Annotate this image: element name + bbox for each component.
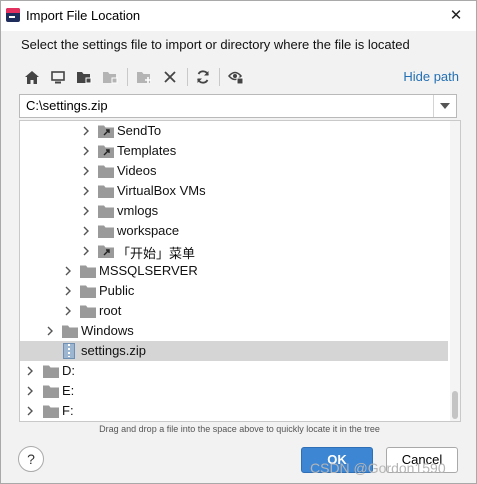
chevron-right-icon[interactable]	[82, 226, 90, 236]
chevron-right-icon[interactable]	[26, 406, 34, 416]
chevron-right-icon[interactable]	[82, 146, 90, 156]
chevron-right-icon[interactable]	[64, 286, 72, 296]
drag-drop-hint: Drag and drop a file into the space abov…	[99, 424, 380, 434]
chevron-right-icon[interactable]	[46, 326, 54, 336]
tree-item-settings-zip[interactable]: settings.zip	[20, 341, 448, 361]
tree-item-windows[interactable]: Windows	[20, 321, 448, 341]
tree-item-label: Public	[99, 283, 135, 298]
project-folder-icon[interactable]	[74, 67, 94, 87]
chevron-right-icon[interactable]	[82, 166, 90, 176]
tree-item-workspace[interactable]: workspace	[20, 221, 448, 241]
chevron-right-icon[interactable]	[82, 246, 90, 256]
shortcut-folder-icon	[98, 245, 114, 258]
tree-scrollbar[interactable]	[450, 121, 460, 421]
tree-item-drive-e[interactable]: E:	[20, 381, 448, 401]
tree-item-label: settings.zip	[81, 343, 147, 358]
folder-icon	[43, 385, 59, 398]
tree-item-drive-f[interactable]: F:	[20, 401, 448, 421]
folder-icon	[98, 185, 114, 198]
watermark: CSDN @Gordon1590	[310, 460, 446, 476]
hide-path-link[interactable]: Hide path	[403, 69, 459, 84]
show-hidden-icon[interactable]	[226, 67, 246, 87]
chevron-right-icon[interactable]	[64, 266, 72, 276]
tree-item-label: MSSQLSERVER	[99, 263, 198, 278]
folder-icon	[80, 285, 96, 298]
folder-icon	[98, 225, 114, 238]
chevron-right-icon[interactable]	[82, 206, 90, 216]
zip-file-icon	[63, 343, 75, 359]
tree-item-label: 「开始」菜单	[117, 246, 196, 261]
folder-icon	[98, 165, 114, 178]
tree-item-label: D:	[62, 363, 75, 378]
folder-icon	[43, 405, 59, 418]
title-bar: Import File Location ✕	[1, 1, 476, 31]
toolbar-separator	[219, 68, 220, 86]
tree-item-label: Templates	[117, 143, 177, 158]
toolbar-separator	[187, 68, 188, 86]
tree-item-label: vmlogs	[117, 203, 159, 218]
window-title: Import File Location	[26, 8, 141, 23]
folder-icon	[62, 325, 78, 338]
tree-item-sendto[interactable]: SendTo	[20, 121, 448, 141]
tree-item-drive-d[interactable]: D:	[20, 361, 448, 381]
tree-item-label: root	[99, 303, 122, 318]
tree-item-label: workspace	[117, 223, 180, 238]
tree-item-label: Videos	[117, 163, 157, 178]
close-button[interactable]: ✕	[444, 6, 468, 26]
module-folder-icon[interactable]	[100, 67, 120, 87]
scrollbar-thumb[interactable]	[452, 391, 458, 419]
chevron-right-icon[interactable]	[82, 186, 90, 196]
tree-item-start-menu[interactable]: 「开始」菜单	[20, 241, 448, 261]
file-chooser-toolbar: Hide path	[21, 65, 461, 89]
folder-icon	[98, 205, 114, 218]
chevron-right-icon[interactable]	[26, 386, 34, 396]
tree-item-public[interactable]: Public	[20, 281, 448, 301]
import-file-location-dialog: Import File Location ✕ Select the settin…	[0, 0, 477, 484]
path-combo-box[interactable]: C:\settings.zip	[19, 94, 457, 118]
chevron-right-icon[interactable]	[64, 306, 72, 316]
tree-item-label: SendTo	[117, 123, 162, 138]
home-icon[interactable]	[22, 67, 42, 87]
path-input[interactable]: C:\settings.zip	[26, 98, 108, 113]
tree-item-label: F:	[62, 403, 74, 418]
desktop-icon[interactable]	[48, 67, 68, 87]
tree-item-root[interactable]: root	[20, 301, 448, 321]
chevron-right-icon[interactable]	[82, 126, 90, 136]
folder-icon	[80, 305, 96, 318]
tree-item-vmlogs[interactable]: vmlogs	[20, 201, 448, 221]
tree-item-templates[interactable]: Templates	[20, 141, 448, 161]
shortcut-folder-icon	[98, 125, 114, 138]
toolbar-separator	[127, 68, 128, 86]
tree-item-mssqlserver[interactable]: MSSQLSERVER	[20, 261, 448, 281]
tree-item-label: VirtualBox VMs	[117, 183, 206, 198]
chevron-right-icon[interactable]	[26, 366, 34, 376]
folder-icon	[43, 365, 59, 378]
chevron-down-icon[interactable]	[440, 103, 450, 109]
intellij-app-icon	[6, 8, 20, 22]
new-folder-icon[interactable]	[134, 67, 154, 87]
instruction-text: Select the settings file to import or di…	[21, 37, 410, 52]
refresh-icon[interactable]	[193, 67, 213, 87]
tree-item-label: Windows	[81, 323, 134, 338]
file-tree[interactable]: SendTo Templates Videos VirtualBox VMs v…	[19, 120, 461, 422]
tree-item-label: E:	[62, 383, 75, 398]
combo-separator	[433, 95, 434, 117]
tree-item-virtualbox-vms[interactable]: VirtualBox VMs	[20, 181, 448, 201]
tree-item-videos[interactable]: Videos	[20, 161, 448, 181]
shortcut-folder-icon	[98, 145, 114, 158]
help-button[interactable]: ?	[18, 446, 44, 472]
delete-icon[interactable]	[160, 67, 180, 87]
folder-icon	[80, 265, 96, 278]
